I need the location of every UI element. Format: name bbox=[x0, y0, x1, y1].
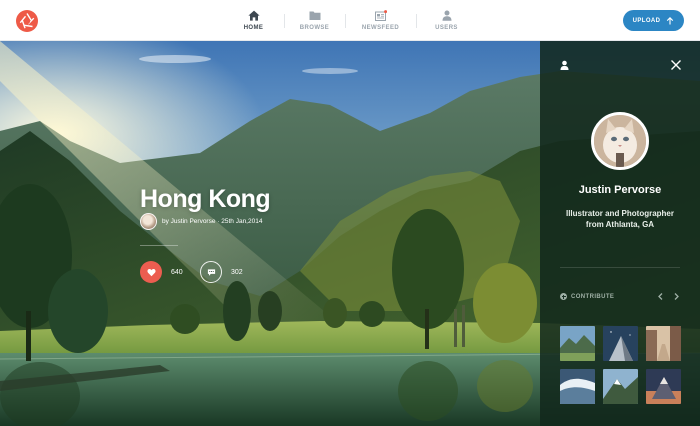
profile-avatar[interactable] bbox=[591, 112, 649, 170]
likes-stat: 640 bbox=[140, 261, 183, 283]
nav-item-users[interactable]: USERS bbox=[416, 0, 477, 41]
nav-item-home[interactable]: HOME bbox=[223, 0, 284, 41]
hero-divider bbox=[140, 245, 178, 246]
home-icon bbox=[247, 10, 260, 21]
thumbnail-mountain-valley[interactable] bbox=[560, 326, 595, 361]
heart-icon bbox=[146, 268, 156, 276]
upload-button-label: UPLOAD bbox=[632, 17, 661, 24]
comment-bubble-icon bbox=[207, 268, 215, 276]
contribute-button[interactable]: CONTRIBUTE bbox=[560, 293, 614, 300]
nav-item-label: HOME bbox=[243, 25, 264, 31]
close-icon[interactable] bbox=[670, 59, 682, 71]
folder-icon bbox=[309, 11, 320, 20]
chevron-right-icon[interactable] bbox=[672, 292, 681, 301]
likes-count: 640 bbox=[171, 268, 183, 276]
nav-item-browse[interactable]: BROWSE bbox=[284, 0, 345, 41]
profile-panel: Justin Pervorse Illustrator and Photogra… bbox=[540, 41, 700, 426]
contribute-label: CONTRIBUTE bbox=[571, 293, 615, 300]
nav-item-label: BROWSE bbox=[299, 25, 330, 31]
top-navigation-bar: HOME BROWSE NEWSFEED USERS UPLOAD bbox=[0, 0, 700, 41]
newsfeed-icon bbox=[374, 10, 387, 21]
photo-title: Hong Kong bbox=[140, 185, 271, 213]
profile-bio: Illustrator and Photographer from Athlan… bbox=[565, 209, 674, 229]
user-icon bbox=[442, 10, 451, 21]
user-icon[interactable] bbox=[559, 60, 570, 71]
chevron-left-icon[interactable] bbox=[656, 292, 665, 301]
thumbnail-mountain-peak[interactable] bbox=[603, 369, 638, 404]
nav-item-newsfeed[interactable]: NEWSFEED bbox=[345, 0, 416, 41]
comment-button[interactable] bbox=[200, 261, 222, 283]
plus-circle-icon bbox=[560, 293, 567, 300]
cat-photo bbox=[594, 115, 646, 167]
like-button[interactable] bbox=[140, 261, 162, 283]
panel-divider bbox=[560, 267, 680, 268]
byline-text: by Justin Pervorse · 25th Jan,2014 bbox=[162, 218, 263, 225]
nav-item-label: NEWSFEED bbox=[361, 25, 400, 31]
aperture-logo-icon[interactable] bbox=[16, 10, 38, 32]
arrow-up-icon bbox=[667, 16, 674, 24]
author-avatar[interactable] bbox=[140, 213, 157, 230]
contributions-grid bbox=[560, 326, 681, 404]
thumbnail-ocean-wave[interactable] bbox=[560, 369, 595, 404]
thumbnail-city-street[interactable] bbox=[646, 326, 681, 361]
thumbnail-mountain-night[interactable] bbox=[603, 326, 638, 361]
upload-button[interactable]: UPLOAD bbox=[623, 10, 684, 31]
comments-count: 302 bbox=[231, 268, 243, 276]
comments-stat: 302 bbox=[200, 261, 243, 283]
main-navigation: HOME BROWSE NEWSFEED USERS bbox=[223, 0, 477, 41]
nav-item-label: USERS bbox=[435, 25, 458, 31]
thumbnail-mountain-sunset[interactable] bbox=[646, 369, 681, 404]
photo-byline: by Justin Pervorse · 25th Jan,2014 bbox=[140, 213, 262, 230]
profile-name: Justin Pervorse bbox=[578, 184, 662, 196]
